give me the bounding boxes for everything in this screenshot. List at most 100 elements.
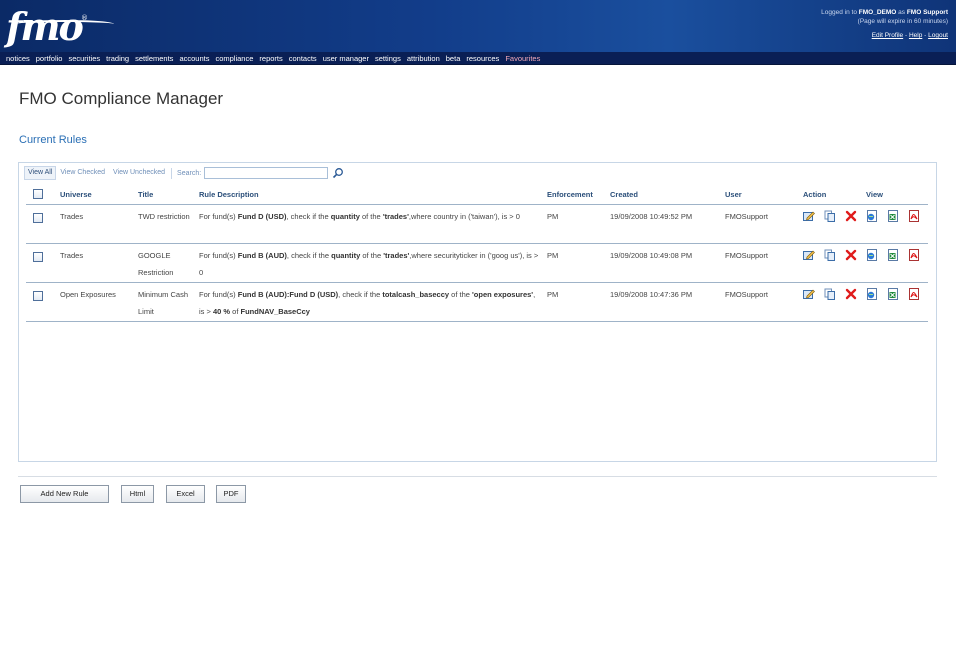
row-checkbox[interactable] [33,213,43,224]
cell-created: 19/09/2008 10:49:08 PM [606,243,721,283]
header-user[interactable]: User [721,185,799,205]
nav-securities[interactable]: securities [65,54,103,63]
main-nav: notices portfolio securities trading set… [0,52,956,65]
edit-icon[interactable] [803,210,815,222]
view-unchecked-button[interactable]: View Unchecked [109,166,169,180]
delete-icon[interactable] [845,249,857,261]
desc-threshold: 40 % [212,306,231,316]
cell-view [862,204,928,244]
nav-beta[interactable]: beta [443,54,464,63]
html-view-icon[interactable] [866,287,878,300]
nav-attribution[interactable]: attribution [404,54,443,63]
export-html-button[interactable]: Html [121,485,154,503]
page-title: FMO Compliance Manager [19,89,224,108]
row-select-cell [26,282,56,322]
search-label: Search: [177,169,202,177]
cell-actions [799,243,862,283]
cell-title[interactable]: Minimum Cash Limit [134,282,195,322]
delete-icon[interactable] [845,288,857,300]
cell-user: FMOSupport [721,243,799,283]
logout-link[interactable]: Logout [928,32,948,39]
nav-contacts[interactable]: contacts [286,54,320,63]
header-description[interactable]: Rule Description [195,185,543,205]
excel-view-icon[interactable] [887,209,899,222]
nav-notices[interactable]: notices [3,54,33,63]
cell-view [862,243,928,283]
nav-trading[interactable]: trading [103,54,132,63]
copy-icon[interactable] [824,249,836,261]
header-action: Action [799,185,862,205]
desc-text: of the [359,211,383,221]
delete-icon[interactable] [845,210,857,222]
nav-compliance[interactable]: compliance [212,54,256,63]
copy-icon[interactable] [824,288,836,300]
nav-resources[interactable]: resources [463,54,502,63]
excel-view-icon[interactable] [887,287,899,300]
pdf-view-icon[interactable] [908,287,920,300]
cell-title[interactable]: GOOGLE Restriction [134,243,195,283]
nav-accounts[interactable]: accounts [176,54,212,63]
cell-enforcement: PM [543,282,606,322]
export-pdf-button[interactable]: PDF [216,485,246,503]
header-title[interactable]: Title [134,185,195,205]
filter-divider [171,167,173,179]
desc-universe: 'trades' [383,250,410,260]
nav-portfolio[interactable]: portfolio [33,54,66,63]
add-new-rule-button[interactable]: Add New Rule [20,485,109,503]
registered-mark: ® [81,14,88,22]
excel-view-icon[interactable] [887,248,899,261]
html-view-icon[interactable] [866,248,878,261]
export-excel-button[interactable]: Excel [166,485,205,503]
nav-settlements[interactable]: settlements [132,54,176,63]
header-view: View [862,185,928,205]
cell-created: 19/09/2008 10:47:36 PM [606,282,721,322]
desc-text: For fund(s) [199,250,238,260]
rules-panel: View All View Checked View Unchecked Sea… [18,162,937,462]
desc-fund: Fund B (AUD):Fund D (USD) [237,289,339,299]
pdf-view-icon[interactable] [908,248,920,261]
desc-universe: 'open exposures' [472,289,534,299]
cell-created: 19/09/2008 10:49:52 PM [606,204,721,244]
header-universe[interactable]: Universe [56,185,134,205]
edit-icon[interactable] [803,249,815,261]
copy-icon[interactable] [824,210,836,222]
select-all-checkbox[interactable] [33,189,43,200]
view-all-button[interactable]: View All [24,166,57,180]
row-checkbox[interactable] [33,291,43,302]
help-link[interactable]: Help [909,32,922,39]
search-input[interactable] [204,167,329,179]
cell-title[interactable]: TWD restriction [134,204,195,244]
desc-text: of the [360,250,384,260]
html-view-icon[interactable] [866,209,878,222]
row-select-cell [26,204,56,244]
pdf-view-icon[interactable] [908,209,920,222]
filter-bar: View All View Checked View Unchecked Sea… [24,166,344,180]
desc-text: For fund(s) [199,289,238,299]
cell-actions [799,282,862,322]
nav-user-manager[interactable]: user manager [320,54,372,63]
desc-field: totalcash_baseccy [382,289,450,299]
header-created[interactable]: Created [606,185,721,205]
nav-settings[interactable]: settings [372,54,404,63]
cell-description: For fund(s) Fund D (USD), check if the q… [195,204,543,244]
cell-universe: Open Exposures [56,282,134,322]
nav-reports[interactable]: reports [256,54,285,63]
fmo-logo[interactable]: fmo ® [6,2,116,50]
edit-icon[interactable] [803,288,815,300]
cell-enforcement: PM [543,204,606,244]
row-checkbox[interactable] [33,252,43,263]
desc-fund: Fund D (USD) [237,211,287,221]
search-icon[interactable] [332,167,344,179]
cell-user: FMOSupport [721,204,799,244]
expiry-note: (Page will expire in 60 minutes) [857,18,948,25]
table-row: Trades TWD restriction For fund(s) Fund … [26,204,928,244]
header-enforcement[interactable]: Enforcement [543,185,606,205]
app-header: fmo ® Logged in to FMO_DEMO as FMO Suppo… [0,0,956,52]
view-checked-button[interactable]: View Checked [56,166,109,180]
section-title: Current Rules [19,134,87,146]
desc-universe: 'trades' [382,211,409,221]
desc-text: For fund(s) [199,211,238,221]
cell-description: For fund(s) Fund B (AUD):Fund D (USD), c… [195,282,543,322]
edit-profile-link[interactable]: Edit Profile [872,32,903,39]
nav-favourites[interactable]: Favourites [502,54,543,63]
